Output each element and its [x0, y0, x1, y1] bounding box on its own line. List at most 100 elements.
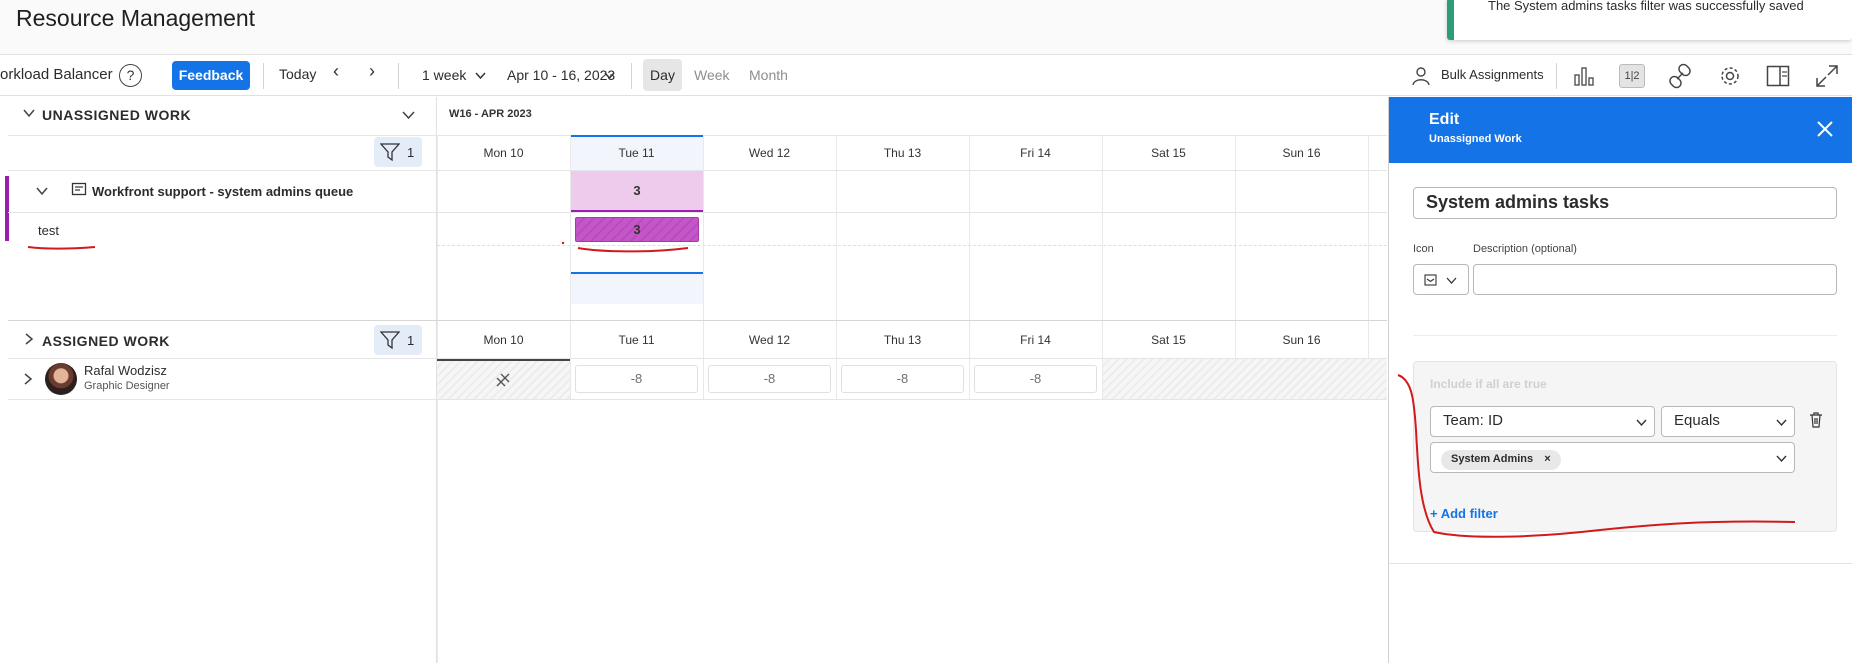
view-day-button[interactable]: Day [643, 59, 682, 91]
edit-panel-title: Edit [1429, 111, 1460, 128]
queue-marker [5, 176, 9, 241]
hours-cell[interactable]: -8 [974, 365, 1097, 393]
divider [1389, 563, 1852, 564]
filter-count: 1 [407, 145, 415, 160]
link-icon[interactable] [1668, 63, 1692, 89]
day-header: Mon 10 [483, 146, 524, 160]
day-header: Sat 15 [1151, 146, 1186, 160]
avatar[interactable] [45, 363, 77, 395]
next-arrow-icon[interactable]: › [369, 61, 375, 82]
divider [437, 320, 1387, 321]
unassigned-work-title: UNASSIGNED WORK [42, 107, 192, 123]
bulk-assignments-button[interactable]: Bulk Assignments [1441, 67, 1544, 82]
page-title: Resource Management [16, 5, 256, 31]
toolbar-divider [631, 63, 632, 89]
day-header: Fri 14 [1020, 146, 1051, 160]
app-name: orkload Balancer [0, 66, 113, 83]
toast-message: The System admins tasks filter was succe… [1488, 0, 1804, 13]
edit-panel-header: Edit Unassigned Work [1389, 97, 1852, 163]
compare-view-icon[interactable]: 1|2 [1619, 64, 1645, 88]
date-range-select[interactable]: Apr 10 - 16, 2023 [507, 67, 615, 83]
operator-select-value: Equals [1674, 412, 1720, 429]
toolbar: orkload Balancer ? Feedback Today ‹ › 1 … [0, 56, 1852, 96]
divider [8, 212, 437, 213]
icon-label: Icon [1413, 243, 1434, 255]
divider [437, 212, 1387, 213]
toolbar-divider [398, 63, 399, 89]
assigned-work-title: ASSIGNED WORK [42, 333, 170, 349]
queue-chevron-down-icon[interactable] [36, 187, 48, 196]
edit-panel: Edit Unassigned Work System admins tasks… [1388, 97, 1852, 663]
close-icon[interactable] [1817, 121, 1833, 137]
filter-icon [380, 331, 400, 350]
day-header: Sun 16 [1282, 146, 1321, 160]
person-assign-icon[interactable] [1410, 65, 1432, 87]
gear-icon[interactable] [1718, 64, 1742, 88]
day-header: Wed 12 [748, 333, 791, 347]
tag-remove-icon[interactable]: × [1544, 453, 1550, 465]
task-day-bar[interactable]: 3 [575, 217, 699, 242]
divider [8, 399, 437, 400]
edit-panel-subtitle: Unassigned Work [1429, 133, 1522, 145]
day-header: Tue 11 [618, 333, 655, 347]
date-chevron-down-icon[interactable] [604, 72, 615, 80]
field-select[interactable]: Team: ID [1430, 406, 1655, 437]
view-week-button[interactable]: Week [694, 67, 730, 83]
day-header: Thu 13 [883, 146, 922, 160]
divider [8, 135, 437, 136]
unassigned-filter-button[interactable]: 1 [374, 137, 422, 167]
time-off-icon [496, 373, 510, 387]
day-header: Tue 11 [618, 146, 655, 160]
hours-cell[interactable]: -8 [841, 365, 964, 393]
time-off-cell [437, 359, 570, 399]
previous-arrow-icon[interactable]: ‹ [333, 61, 339, 82]
help-icon[interactable]: ? [119, 64, 142, 87]
divider [437, 399, 1387, 400]
divider [437, 245, 1387, 246]
icon-select[interactable] [1413, 264, 1469, 295]
view-month-button[interactable]: Month [749, 67, 788, 83]
collapse-chevron-down-icon[interactable] [23, 109, 35, 118]
description-input[interactable] [1473, 264, 1837, 295]
filter-count: 1 [407, 333, 415, 348]
hours-cell[interactable]: -8 [708, 365, 831, 393]
filter-rules-box: Include if all are true Team: ID Equals … [1413, 361, 1837, 532]
add-filter-link[interactable]: + Add filter [1430, 506, 1498, 521]
day-header: Sat 15 [1151, 333, 1186, 347]
today-column-header [570, 272, 703, 304]
hours-cell[interactable]: -8 [575, 365, 698, 393]
column-divider [836, 135, 837, 400]
column-divider [703, 135, 704, 400]
range-chevron-down-icon[interactable] [475, 72, 486, 80]
section-chevron-down-icon[interactable] [402, 111, 415, 120]
chevron-down-icon [1776, 419, 1787, 426]
expand-icon[interactable] [1815, 64, 1839, 88]
chevron-down-icon [1636, 419, 1647, 426]
value-multiselect[interactable]: System Admins × [1430, 442, 1795, 473]
day-header: Mon 10 [483, 333, 524, 347]
assigned-filter-button[interactable]: 1 [374, 325, 422, 355]
expand-chevron-right-icon[interactable] [25, 333, 34, 345]
today-button[interactable]: Today [279, 66, 316, 82]
toolbar-divider [1556, 63, 1557, 89]
user-name[interactable]: Rafal Wodzisz [84, 363, 167, 378]
task-name[interactable]: test [38, 223, 59, 238]
chevron-down-icon [1776, 455, 1787, 462]
value-tag-label: System Admins [1451, 453, 1534, 465]
day-header: Fri 14 [1020, 333, 1051, 347]
filter-icon [380, 143, 400, 162]
trash-icon[interactable] [1809, 412, 1823, 428]
user-chevron-right-icon[interactable] [24, 373, 33, 385]
range-select[interactable]: 1 week [422, 67, 466, 83]
chart-bar-icon[interactable] [1572, 64, 1596, 88]
chevron-down-icon [1446, 277, 1457, 284]
filter-name-input[interactable]: System admins tasks [1413, 187, 1837, 219]
operator-select[interactable]: Equals [1661, 406, 1795, 437]
divider [8, 358, 437, 359]
panel-toggle-icon[interactable] [1766, 65, 1790, 87]
queue-day-cell[interactable]: 3 [571, 171, 703, 212]
queue-name[interactable]: Workfront support - system admins queue [92, 184, 353, 199]
feedback-button[interactable]: Feedback [172, 61, 250, 90]
include-label: Include if all are true [1430, 377, 1547, 391]
field-select-value: Team: ID [1443, 412, 1504, 429]
